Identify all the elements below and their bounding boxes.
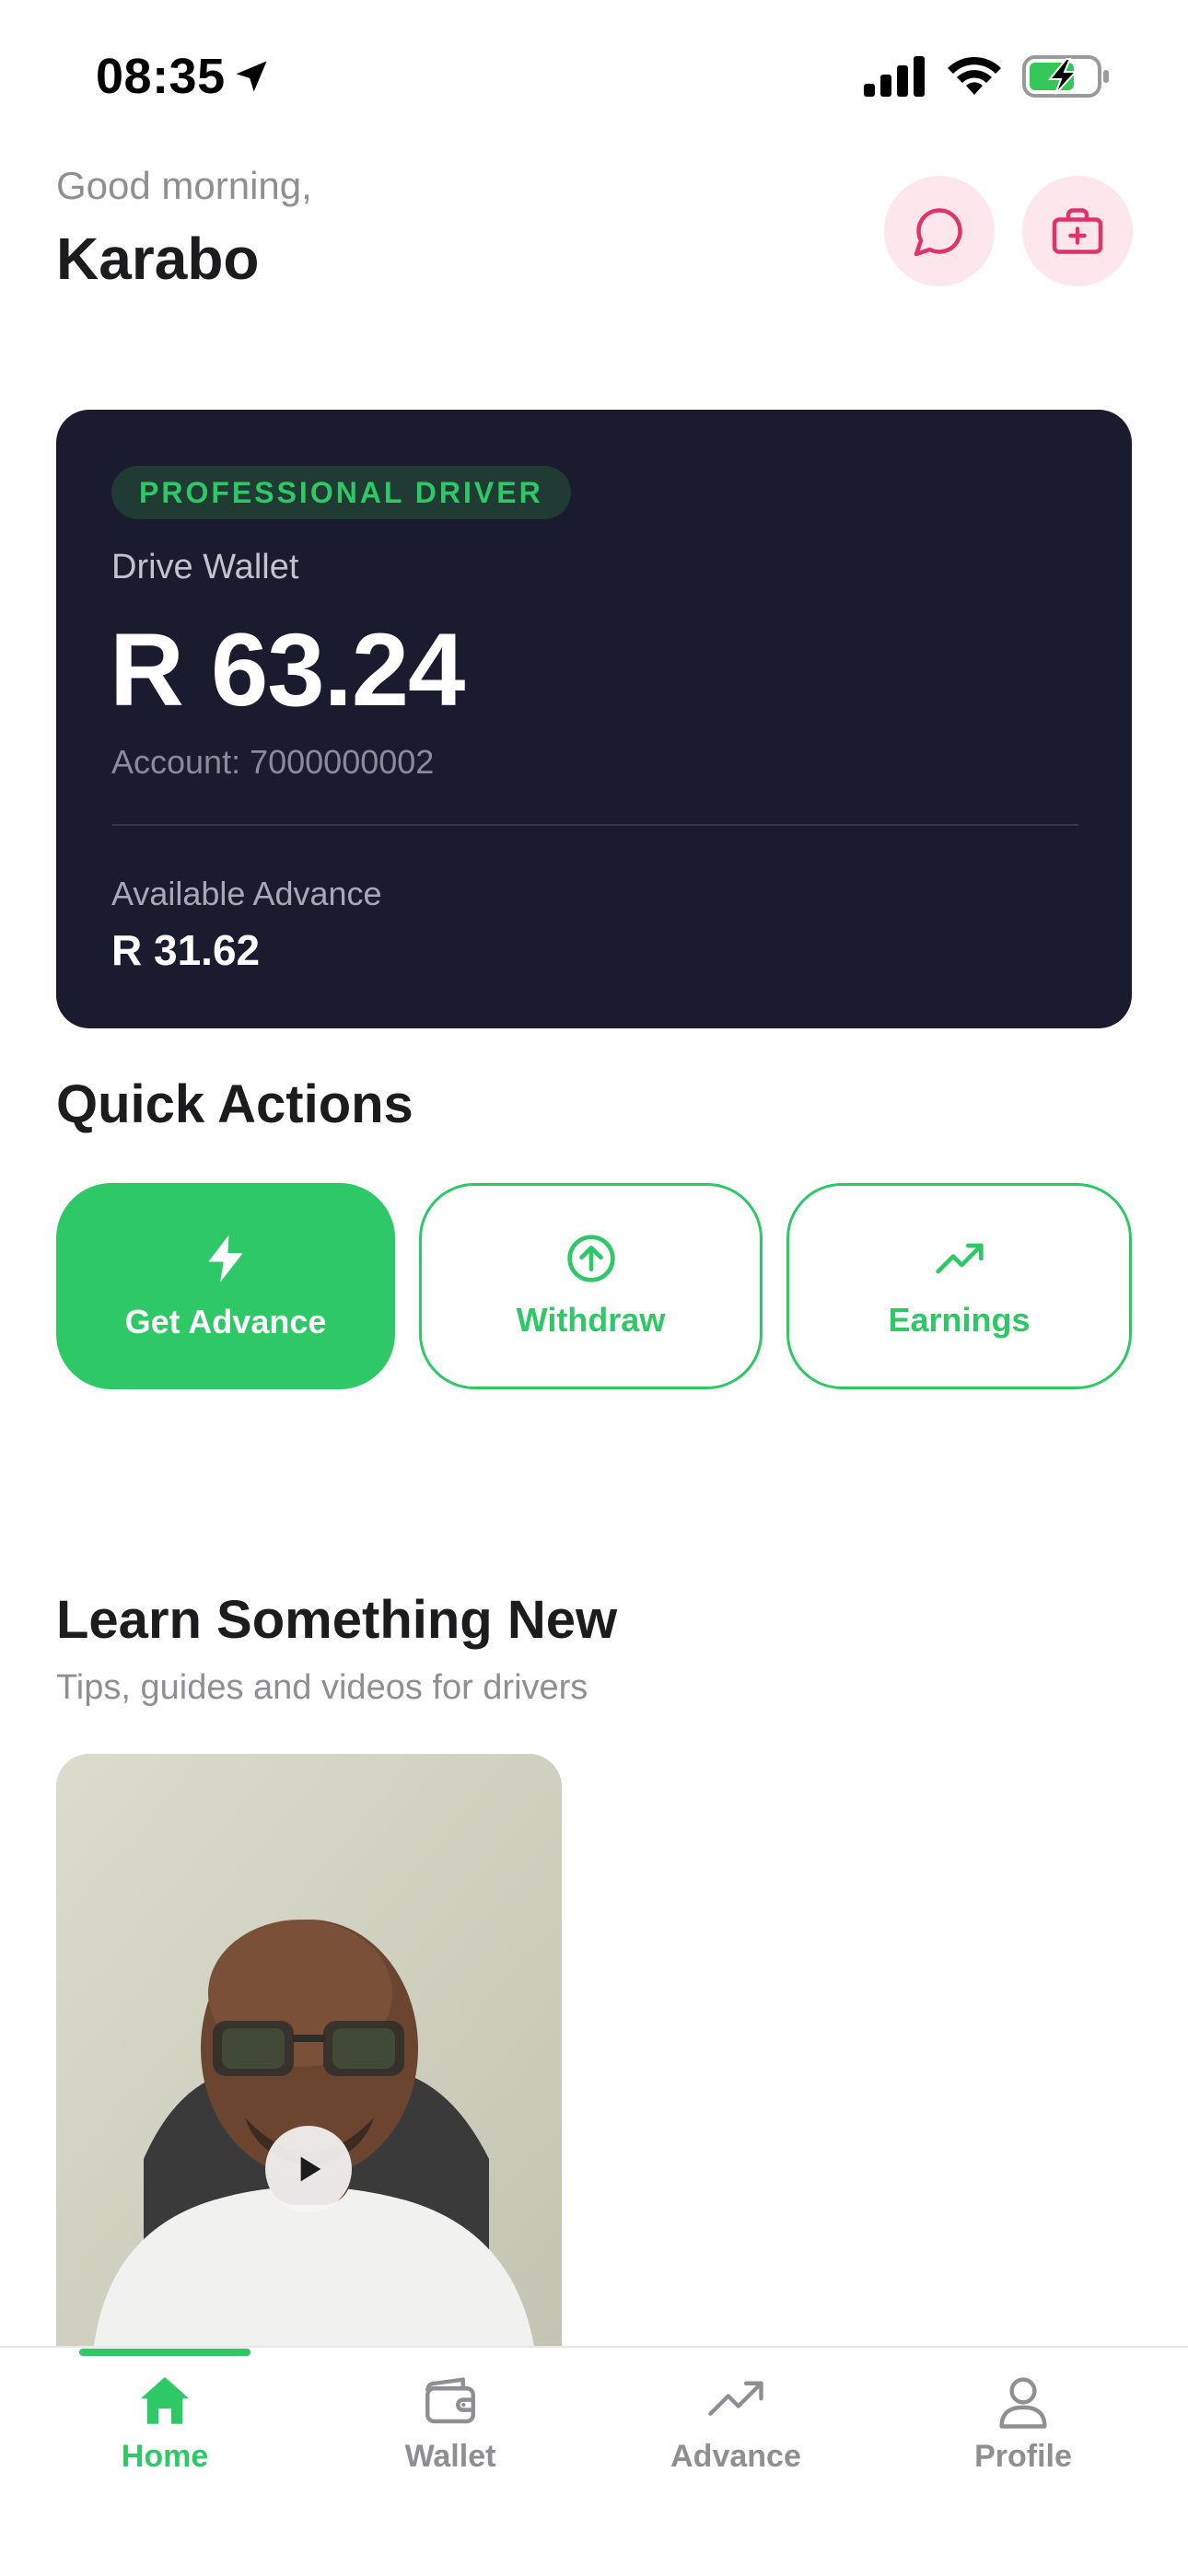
wifi-icon — [948, 56, 1001, 95]
available-advance-label: Available Advance — [111, 875, 382, 912]
quick-actions-title: Quick Actions — [56, 1074, 413, 1134]
play-icon — [300, 2156, 321, 2182]
wallet-icon — [425, 2377, 475, 2424]
tab-profile[interactable]: Profile — [913, 2371, 1134, 2475]
video-thumbnail-image — [56, 1754, 562, 2352]
medical-kit-icon — [1052, 208, 1103, 254]
status-bar-time: 08:35 — [96, 48, 272, 105]
status-time-text: 08:35 — [96, 49, 226, 104]
location-arrow-icon — [236, 61, 267, 92]
account-number: Account: 7000000002 — [111, 743, 435, 781]
greeting-text: Good morning, — [56, 164, 312, 207]
active-tab-indicator — [79, 2349, 250, 2356]
trending-up-icon — [708, 2381, 763, 2416]
withdraw-button[interactable]: Withdraw — [419, 1183, 763, 1389]
video-thumbnail[interactable] — [56, 1754, 562, 2352]
tab-wallet[interactable]: Wallet — [340, 2371, 561, 2475]
arrow-up-circle-icon — [566, 1235, 615, 1282]
user-name: Karabo — [56, 226, 260, 292]
wallet-label: Drive Wallet — [111, 548, 299, 586]
earnings-button[interactable]: Earnings — [786, 1183, 1132, 1389]
tab-profile-label: Profile — [974, 2439, 1072, 2474]
tab-advance-label: Advance — [670, 2439, 801, 2474]
user-icon — [999, 2377, 1047, 2429]
play-button[interactable] — [265, 2126, 352, 2212]
battery-charging-icon — [1022, 55, 1109, 98]
learn-section-subtitle: Tips, guides and videos for drivers — [56, 1668, 588, 1707]
wallet-card[interactable]: PROFESSIONAL DRIVER Drive Wallet R 63.24… — [56, 410, 1132, 1028]
tab-home[interactable]: Home — [54, 2371, 275, 2475]
card-divider — [111, 824, 1078, 826]
get-advance-label: Get Advance — [124, 1303, 327, 1340]
wallet-balance: R 63.24 — [110, 612, 465, 727]
medical-kit-button[interactable] — [1022, 176, 1133, 286]
available-advance-amount: R 31.62 — [111, 926, 261, 974]
learn-section-title: Learn Something New — [56, 1590, 618, 1650]
tab-home-label: Home — [121, 2439, 209, 2474]
messages-button[interactable] — [884, 176, 995, 286]
chat-bubble-icon — [914, 208, 962, 257]
status-bar-indicators — [864, 55, 1111, 98]
home-icon — [140, 2376, 190, 2424]
cellular-signal-icon — [864, 56, 925, 97]
withdraw-label: Withdraw — [516, 1301, 666, 1339]
get-advance-button[interactable]: Get Advance — [56, 1183, 395, 1389]
trending-up-icon — [935, 1243, 984, 1274]
earnings-label: Earnings — [888, 1301, 1031, 1339]
tab-advance[interactable]: Advance — [625, 2371, 846, 2475]
tab-wallet-label: Wallet — [404, 2439, 496, 2474]
driver-status-badge: PROFESSIONAL DRIVER — [111, 466, 571, 519]
lightning-icon — [208, 1235, 243, 1282]
